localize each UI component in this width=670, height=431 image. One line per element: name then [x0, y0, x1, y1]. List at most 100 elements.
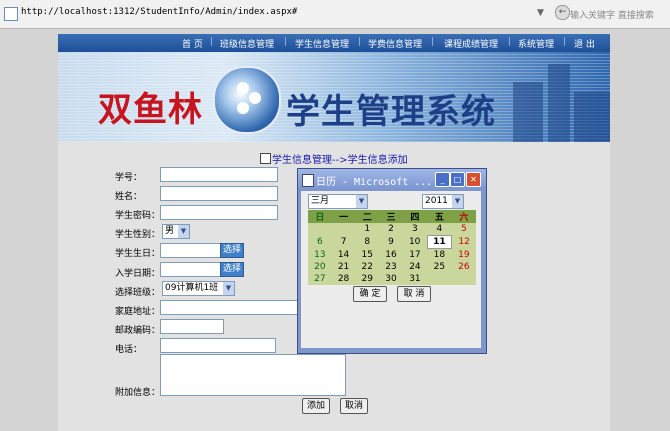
calendar-day[interactable]: 11	[426, 235, 453, 249]
chevron-down-icon[interactable]: ▼	[223, 282, 234, 295]
calendar-day	[451, 273, 476, 285]
page-title-text: 学生信息管理-->学生信息添加	[272, 155, 408, 166]
calendar-day[interactable]: 19	[451, 248, 476, 261]
calendar-window-title: 日历 - Microsoft ...	[316, 177, 433, 188]
calendar-day[interactable]: 26	[451, 261, 476, 273]
year-select[interactable]: 2011 ▼	[422, 194, 464, 209]
extra-info-textarea[interactable]	[160, 354, 346, 396]
calendar-day[interactable]: 21	[331, 261, 356, 273]
calendar-titlebar[interactable]: 日历 - Microsoft ... _ □ ✕	[298, 169, 486, 190]
postcode-input[interactable]	[160, 319, 224, 334]
calendar-day[interactable]: 24	[402, 261, 428, 273]
chevron-down-icon[interactable]: ▼	[452, 195, 463, 208]
calendar-day[interactable]: 3	[402, 223, 428, 236]
maximize-icon[interactable]: □	[450, 172, 465, 187]
name-input[interactable]	[160, 186, 278, 201]
calendar-day	[308, 223, 332, 236]
label-phone: 电话：	[115, 345, 143, 355]
calendar-day[interactable]: 28	[331, 273, 356, 285]
edit-icon	[260, 153, 271, 164]
calendar-day[interactable]: 16	[379, 248, 403, 261]
nav-item-system[interactable]: 系统管理	[518, 37, 554, 50]
calendar-cancel-button[interactable]: 取 消	[397, 286, 431, 302]
address-bar: http://localhost:1312/StudentInfo/Admin/…	[0, 0, 670, 29]
weekday-header: 三	[379, 210, 403, 223]
banner-orb-logo	[213, 66, 281, 134]
calendar-day[interactable]: 2	[379, 223, 403, 236]
nav-separator: |	[358, 37, 362, 47]
calendar-day[interactable]: 9	[379, 235, 403, 249]
chevron-down-icon[interactable]: ▼	[356, 195, 367, 208]
chevron-down-icon[interactable]: ▼	[178, 225, 189, 238]
calendar-ok-button[interactable]: 确 定	[353, 286, 387, 302]
month-select[interactable]: 三月 ▼	[308, 194, 368, 209]
calendar-day[interactable]: 22	[355, 261, 380, 273]
calendar-day[interactable]: 1	[355, 223, 380, 236]
birthday-pick-button[interactable]: 选择	[220, 243, 245, 258]
banner-title: 学生管理系统	[286, 92, 496, 132]
minimize-icon[interactable]: _	[435, 172, 450, 187]
enroll-date-pick-button[interactable]: 选择	[220, 262, 245, 277]
go-arrow-icon[interactable]: ←	[555, 5, 570, 20]
nav-item-score[interactable]: 课程成绩管理	[444, 37, 498, 50]
label-address: 家庭地址：	[115, 307, 161, 317]
nav-item-fee[interactable]: 学费信息管理	[368, 37, 422, 50]
cancel-button[interactable]: 取消	[340, 398, 368, 414]
nav-separator: |	[431, 37, 435, 47]
nav-item-student[interactable]: 学生信息管理	[295, 37, 349, 50]
phone-input[interactable]	[160, 338, 276, 353]
enroll-date-input[interactable]	[160, 262, 222, 277]
label-enroll-date: 入学日期：	[115, 269, 161, 279]
month-value: 三月	[311, 196, 330, 206]
nav-item-home[interactable]: 首 页	[182, 37, 203, 50]
calendar-day[interactable]: 30	[379, 273, 403, 285]
class-select[interactable]: 09计算机1班 ▼	[162, 281, 235, 296]
add-button[interactable]: 添加	[302, 398, 330, 414]
calendar-day[interactable]: 6	[308, 235, 332, 249]
calendar-day[interactable]: 12	[451, 235, 476, 249]
nav-item-class[interactable]: 班级信息管理	[220, 37, 274, 50]
calendar-day[interactable]: 20	[308, 261, 332, 273]
calendar-day[interactable]: 5	[451, 223, 476, 236]
calendar-day[interactable]: 31	[402, 273, 428, 285]
calendar-day[interactable]: 13	[308, 248, 332, 261]
calendar-day[interactable]: 29	[355, 273, 380, 285]
calendar-day[interactable]: 4	[427, 223, 452, 236]
calendar-day[interactable]: 27	[308, 273, 332, 285]
nav-separator: |	[563, 37, 567, 47]
gender-value: 男	[165, 226, 175, 236]
year-value: 2011	[425, 196, 448, 206]
calendar-day[interactable]: 17	[402, 248, 428, 261]
label-extra: 附加信息：	[115, 388, 161, 398]
label-name: 姓名：	[115, 192, 143, 202]
page-title: 学生信息管理-->学生信息添加	[260, 151, 408, 166]
calendar-day	[427, 273, 452, 285]
gender-select[interactable]: 男 ▼	[162, 224, 190, 239]
site-header: 首 页 | 班级信息管理 | 学生信息管理 | 学费信息管理 | 课程成绩管理 …	[58, 34, 610, 142]
nav-separator: |	[508, 37, 512, 47]
calendar-day[interactable]: 25	[427, 261, 452, 273]
calendar-day[interactable]: 8	[355, 235, 380, 249]
address-input[interactable]	[160, 300, 300, 315]
close-icon[interactable]: ✕	[466, 172, 481, 187]
student-no-input[interactable]	[160, 167, 278, 182]
calendar-day[interactable]: 10	[402, 235, 428, 249]
nav-item-logout[interactable]: 退 出	[574, 37, 595, 50]
calendar-popup: 日历 - Microsoft ... _ □ ✕ 三月 ▼ 2011 ▼ 日一二…	[297, 168, 487, 354]
label-gender: 学生性别：	[115, 230, 161, 240]
search-input[interactable]: 输入关键字 直接搜索	[570, 8, 654, 21]
banner-image: 双鱼林 学生管理系统	[58, 52, 610, 142]
calendar-day[interactable]: 14	[331, 248, 356, 261]
calendar-day[interactable]: 18	[427, 248, 452, 261]
calendar-day	[331, 223, 356, 236]
weekday-header: 日	[308, 210, 332, 223]
birthday-input[interactable]	[160, 243, 222, 258]
address-dropdown-icon[interactable]: ▼	[537, 8, 544, 18]
weekday-header: 四	[402, 210, 428, 223]
calendar-day[interactable]: 15	[355, 248, 380, 261]
password-input[interactable]	[160, 205, 278, 220]
address-url[interactable]: http://localhost:1312/StudentInfo/Admin/…	[21, 7, 297, 17]
calendar-day[interactable]: 7	[331, 235, 356, 249]
calendar-day[interactable]: 23	[379, 261, 403, 273]
label-password: 学生密码：	[115, 211, 161, 221]
